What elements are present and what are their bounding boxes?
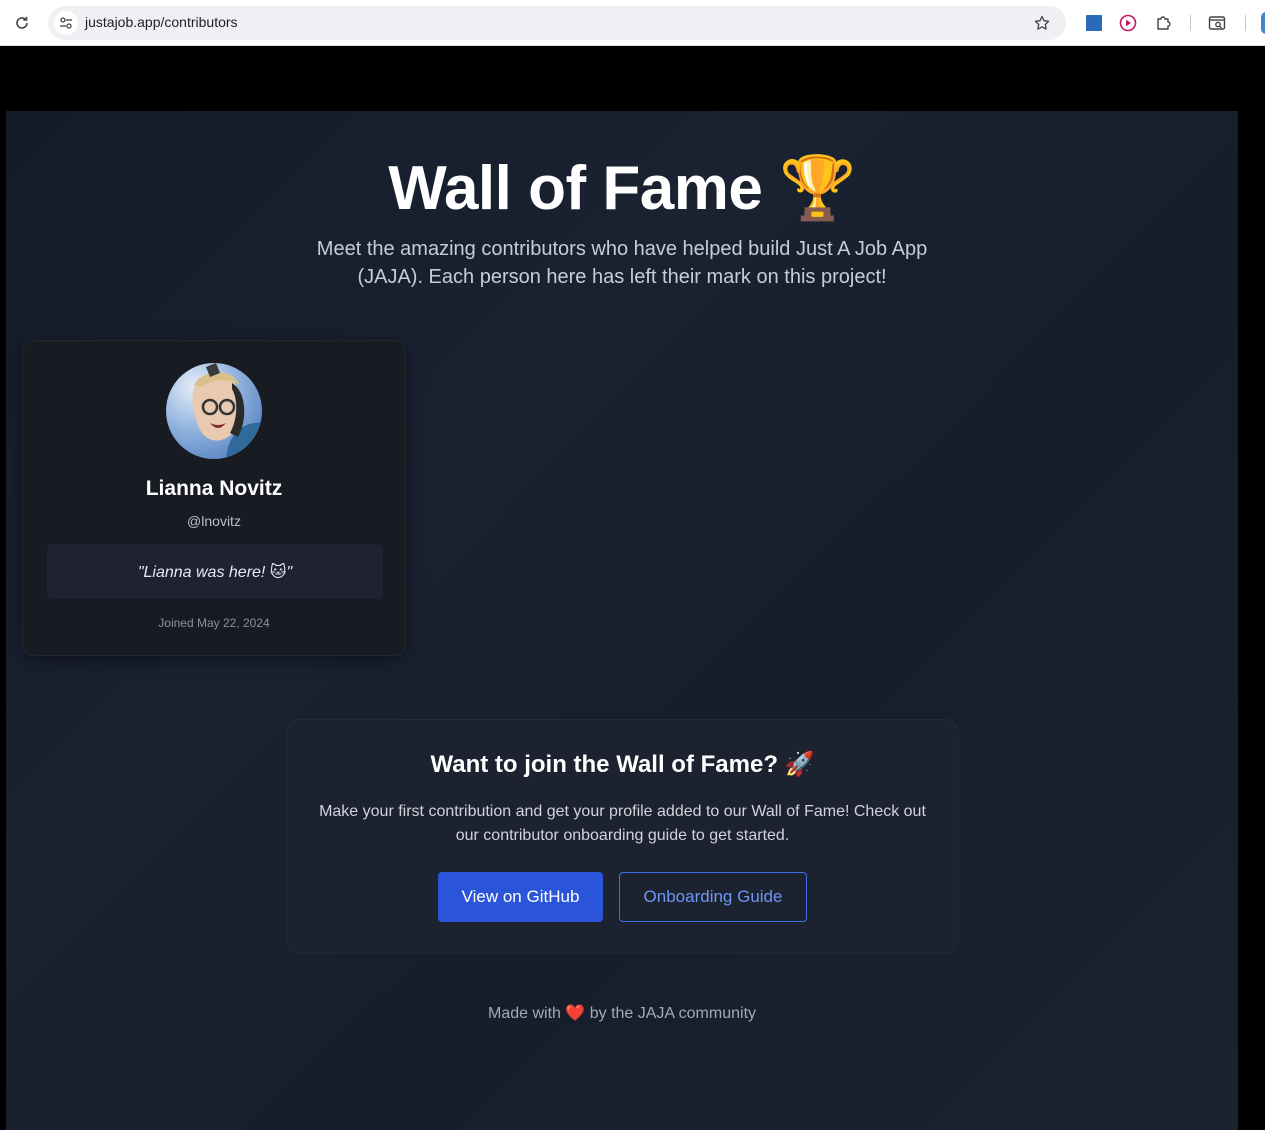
avatar <box>166 363 262 459</box>
site-info-icon[interactable] <box>54 11 78 35</box>
extension-blue-square-icon[interactable] <box>1083 12 1105 34</box>
contributor-name: Lianna Novitz <box>145 477 283 500</box>
contributor-handle[interactable]: @lnovitz <box>23 513 405 529</box>
address-bar[interactable]: justajob.app/contributors <box>48 6 1066 40</box>
onboarding-guide-button[interactable]: Onboarding Guide <box>619 872 807 922</box>
contributor-card: Lianna Novitz @lnovitz "Lianna was here!… <box>22 340 406 656</box>
footer-text: Made with ❤️ by the JAJA community <box>487 1005 757 1022</box>
profile-avatar-icon[interactable] <box>1261 12 1265 34</box>
tab-search-icon[interactable] <box>1206 12 1228 34</box>
join-cta-panel: Want to join the Wall of Fame? 🚀 Make yo… <box>286 719 959 954</box>
contributor-quote: "Lianna was here! 🐱" <box>47 544 383 599</box>
view-on-github-button[interactable]: View on GitHub <box>438 872 603 922</box>
cta-description: Make your first contribution and get you… <box>319 803 926 844</box>
toolbar-divider <box>1245 15 1246 31</box>
extension-record-icon[interactable] <box>1117 12 1139 34</box>
page-title: Wall of Fame 🏆 <box>388 154 856 223</box>
contributors-page: Wall of Fame 🏆 Meet the amazing contribu… <box>6 111 1238 1130</box>
cta-title: Want to join the Wall of Fame? 🚀 <box>430 751 815 778</box>
bookmark-star-icon[interactable] <box>1032 13 1052 33</box>
url-text[interactable]: justajob.app/contributors <box>85 14 238 30</box>
reload-icon[interactable] <box>11 12 33 34</box>
toolbar-divider <box>1190 15 1191 31</box>
contributor-joined-date: Joined May 22, 2024 <box>158 616 270 630</box>
page-right-gutter <box>1238 111 1265 1130</box>
page-top-band <box>0 47 1265 111</box>
browser-toolbar: justajob.app/contributors <box>0 0 1265 46</box>
extensions-puzzle-icon[interactable] <box>1153 12 1175 34</box>
page-subtitle: Meet the amazing contributors who have h… <box>316 238 928 288</box>
